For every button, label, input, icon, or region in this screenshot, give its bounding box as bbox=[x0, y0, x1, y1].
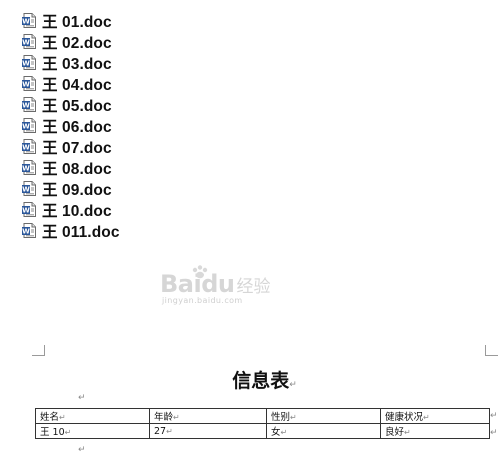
table-cell[interactable]: 女↵ bbox=[266, 423, 381, 439]
word-doc-icon: W bbox=[22, 97, 36, 112]
cell-mark: ↵ bbox=[290, 413, 297, 422]
cell-mark: ↵ bbox=[166, 426, 173, 436]
paragraph-mark: ↵ bbox=[78, 445, 86, 455]
watermark: Baidu 经验 jingyan.baidu.com bbox=[160, 265, 271, 305]
file-item[interactable]: W 王 09.doc bbox=[22, 178, 120, 199]
cell-mark: ↵ bbox=[64, 428, 72, 437]
cell-mark: ↵ bbox=[404, 428, 411, 437]
file-name: 王 08.doc bbox=[42, 160, 112, 178]
table-cell[interactable]: 27↵ bbox=[149, 423, 267, 439]
table-row: 王 10↵ 27↵ 女↵ 良好↵ bbox=[35, 423, 490, 439]
cell-mark: ↵ bbox=[280, 428, 288, 437]
file-item[interactable]: W 王 07.doc bbox=[22, 136, 120, 157]
word-doc-icon: W bbox=[22, 13, 36, 28]
file-name: 王 07.doc bbox=[42, 139, 112, 157]
cell-mark: ↵ bbox=[173, 413, 180, 422]
svg-text:W: W bbox=[22, 165, 30, 173]
table-row: 姓名↵ 年龄↵ 性别↵ 健康状况↵ bbox=[35, 408, 490, 424]
file-item[interactable]: W 王 02.doc bbox=[22, 31, 120, 52]
svg-text:W: W bbox=[22, 102, 30, 110]
svg-text:W: W bbox=[22, 18, 30, 26]
watermark-sub: 经验 bbox=[236, 277, 271, 297]
file-list: W 王 01.doc W 王 02.doc W 王 03.doc W 王 04.… bbox=[22, 10, 120, 241]
svg-text:W: W bbox=[22, 207, 30, 215]
svg-text:W: W bbox=[22, 60, 30, 68]
file-name: 王 01.doc bbox=[42, 13, 112, 31]
file-item[interactable]: W 王 04.doc bbox=[22, 73, 120, 94]
document-title-text: 信息表 bbox=[232, 370, 290, 392]
file-item[interactable]: W 王 08.doc bbox=[22, 157, 120, 178]
file-name: 王 06.doc bbox=[42, 118, 112, 136]
info-table: 姓名↵ 年龄↵ 性别↵ 健康状况↵ 王 10↵ 27↵ 女↵ 良好↵ bbox=[35, 408, 490, 439]
file-item[interactable]: W 王 05.doc bbox=[22, 94, 120, 115]
file-item[interactable]: W 王 011.doc bbox=[22, 220, 120, 241]
file-item[interactable]: W 王 10.doc bbox=[22, 199, 120, 220]
file-name: 王 011.doc bbox=[42, 223, 120, 241]
table-cell[interactable]: 王 10↵ bbox=[35, 423, 150, 439]
word-doc-icon: W bbox=[22, 223, 36, 238]
row-end-mark: ↵ bbox=[490, 428, 498, 438]
word-doc-icon: W bbox=[22, 181, 36, 196]
table-cell[interactable]: 良好↵ bbox=[380, 423, 490, 439]
word-doc-icon: W bbox=[22, 55, 36, 70]
word-doc-icon: W bbox=[22, 139, 36, 154]
word-doc-icon: W bbox=[22, 202, 36, 217]
word-doc-icon: W bbox=[22, 34, 36, 49]
svg-text:W: W bbox=[22, 228, 30, 236]
svg-text:W: W bbox=[22, 39, 30, 47]
page-corner-mark bbox=[32, 345, 45, 356]
cell-mark: ↵ bbox=[59, 413, 66, 422]
paw-icon bbox=[190, 264, 212, 283]
row-end-mark: ↵ bbox=[490, 411, 498, 421]
file-name: 王 09.doc bbox=[42, 181, 112, 199]
file-item[interactable]: W 王 06.doc bbox=[22, 115, 120, 136]
word-doc-icon: W bbox=[22, 118, 36, 133]
table-cell[interactable]: 健康状况↵ bbox=[380, 408, 490, 424]
file-name: 王 10.doc bbox=[42, 202, 112, 220]
table-cell[interactable]: 姓名↵ bbox=[35, 408, 150, 424]
table-cell[interactable]: 性别↵ bbox=[266, 408, 381, 424]
paragraph-mark: ↵ bbox=[78, 393, 86, 403]
file-name: 王 02.doc bbox=[42, 34, 112, 52]
file-name: 王 05.doc bbox=[42, 97, 112, 115]
svg-text:W: W bbox=[22, 81, 30, 89]
svg-text:W: W bbox=[22, 186, 30, 194]
paragraph-mark: ↵ bbox=[289, 380, 297, 390]
file-name: 王 03.doc bbox=[42, 55, 112, 73]
document-title[interactable]: 信息表↵ bbox=[0, 366, 499, 393]
word-doc-icon: W bbox=[22, 160, 36, 175]
svg-text:W: W bbox=[22, 144, 30, 152]
file-item[interactable]: W 王 01.doc bbox=[22, 10, 120, 31]
file-name: 王 04.doc bbox=[42, 76, 112, 94]
table-cell[interactable]: 年龄↵ bbox=[149, 408, 267, 424]
file-item[interactable]: W 王 03.doc bbox=[22, 52, 120, 73]
page-corner-mark bbox=[485, 345, 498, 356]
cell-mark: ↵ bbox=[423, 413, 430, 422]
word-doc-icon: W bbox=[22, 76, 36, 91]
svg-text:W: W bbox=[22, 123, 30, 131]
